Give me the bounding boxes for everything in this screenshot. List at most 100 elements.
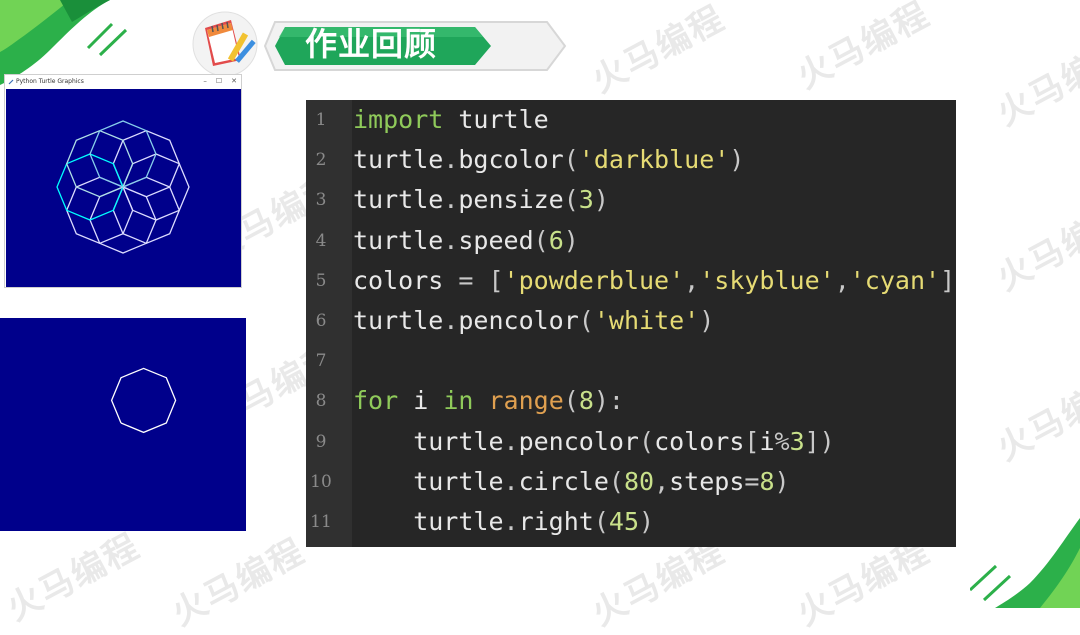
code-token: [ <box>473 265 504 295</box>
line-number: 6 <box>315 311 327 331</box>
code-token: , <box>684 265 700 295</box>
line-number: 7 <box>315 351 327 372</box>
calendar-pencil-icon <box>192 11 258 77</box>
code-token: turtle <box>353 507 504 536</box>
code-token: 80 <box>623 466 655 496</box>
code-line[interactable]: 11 turtle.right(45) <box>306 502 956 542</box>
code-token: ( <box>533 225 549 255</box>
code-line[interactable]: 8 for i in range(8): <box>306 381 956 421</box>
watermark: 火马编程 <box>990 31 1080 135</box>
slide-title-area: 作业回顾 <box>185 8 575 78</box>
code-token: . <box>443 185 459 215</box>
code-token: , <box>834 265 850 295</box>
code-token: import <box>353 105 444 134</box>
code-line[interactable]: 1 import turtle <box>306 100 956 140</box>
code-token: in <box>443 386 474 416</box>
code-token: ): <box>593 386 624 416</box>
code-line[interactable]: 7 <box>306 341 956 381</box>
code-token: . <box>443 225 459 255</box>
code-token: 'skyblue' <box>699 265 835 295</box>
code-token: ]) <box>804 426 835 456</box>
code-token: 6 <box>548 225 564 255</box>
minimize-button[interactable]: – <box>203 77 207 85</box>
code-token: ) <box>593 185 609 215</box>
window-titlebar: Python Turtle Graphics – ☐ ✕ <box>5 75 241 88</box>
code-token: 3 <box>578 185 594 215</box>
code-text: turtle.right(45) <box>353 502 654 542</box>
code-line[interactable]: 4 turtle.speed(6) <box>306 221 956 261</box>
code-text: turtle.bgcolor('darkblue') <box>353 140 744 180</box>
line-number: 5 <box>315 270 327 291</box>
octagon-path <box>89 120 157 188</box>
code-token: i <box>398 386 444 416</box>
close-button[interactable]: ✕ <box>231 77 237 85</box>
code-token: , <box>654 466 670 496</box>
code-token: turtle <box>353 466 504 496</box>
code-token: ( <box>608 466 624 496</box>
code-token: 'darkblue' <box>578 145 730 175</box>
code-text: colors = ['powderblue','skyblue','cyan'] <box>353 261 955 301</box>
code-token: colors <box>654 426 745 456</box>
line-number: 2 <box>315 150 327 171</box>
code-token: . <box>503 507 519 536</box>
code-token: turtle <box>353 185 444 215</box>
code-token: ( <box>563 185 579 215</box>
code-token: right <box>518 507 594 536</box>
line-number: 1 <box>315 110 327 130</box>
code-line[interactable]: 6 turtle.pencolor('white') <box>306 301 956 341</box>
code-token: ) <box>699 306 715 335</box>
code-token: 8 <box>759 466 775 496</box>
code-text: turtle.circle(80,steps=8) <box>353 462 789 502</box>
code-token: . <box>503 426 519 456</box>
code-token: = <box>458 265 474 295</box>
code-token: turtle <box>353 426 504 456</box>
code-token: 3 <box>789 426 805 456</box>
code-token: 45 <box>608 507 640 536</box>
code-token: turtle <box>353 306 444 335</box>
code-token: ( <box>563 145 579 175</box>
code-line[interactable]: 10 turtle.circle(80,steps=8) <box>306 462 956 502</box>
code-token: pencolor <box>518 426 639 456</box>
code-line[interactable]: 5 colors = ['powderblue','skyblue','cyan'… <box>306 261 956 301</box>
code-token: for <box>353 386 399 416</box>
code-token: 'powderblue' <box>503 265 685 295</box>
code-token: pensize <box>458 185 564 215</box>
octagon-path <box>110 367 177 434</box>
code-editor[interactable]: 1 import turtle 2 turtle.bgcolor('darkblue'… <box>306 100 956 547</box>
code-token: circle <box>518 466 609 496</box>
code-token: turtle <box>353 225 444 255</box>
code-token: [ <box>744 426 760 456</box>
code-line[interactable]: 3 turtle.pensize(3) <box>306 180 956 220</box>
code-token: 8 <box>578 386 594 416</box>
maximize-button[interactable]: ☐ <box>216 77 222 85</box>
watermark: 火马编程 <box>790 0 937 98</box>
code-token: ) <box>639 507 655 536</box>
code-token: ) <box>729 145 745 175</box>
code-line[interactable]: 2 turtle.bgcolor('darkblue') <box>306 140 956 180</box>
code-token: ( <box>578 306 594 335</box>
code-token: 'cyan' <box>849 265 941 295</box>
octagon-rosette-drawing <box>56 120 190 254</box>
code-token: = <box>744 466 760 496</box>
code-token: ( <box>593 507 609 536</box>
line-number: 8 <box>315 391 327 412</box>
code-line[interactable]: 9 turtle.pencolor(colors[i%3]) <box>306 422 956 462</box>
code-text: turtle.speed(6) <box>353 221 579 261</box>
line-number: 10 <box>310 471 332 492</box>
code-token: ] <box>940 265 956 295</box>
code-token: 'white' <box>593 306 700 335</box>
code-token: . <box>443 306 459 335</box>
code-token: range <box>488 386 564 416</box>
octagon-drawing <box>110 367 177 434</box>
code-token: ( <box>563 386 579 416</box>
code-token: pencolor <box>458 306 579 335</box>
code-token: ( <box>639 426 655 456</box>
slide-title: 作业回顾 <box>305 25 438 63</box>
code-text: import turtle <box>353 100 549 140</box>
code-token: % <box>774 426 790 456</box>
watermark: 火马编程 <box>165 531 312 635</box>
window-title: Python Turtle Graphics <box>16 78 84 85</box>
python-feather-icon <box>8 79 14 84</box>
watermark: 火马编程 <box>990 196 1080 300</box>
